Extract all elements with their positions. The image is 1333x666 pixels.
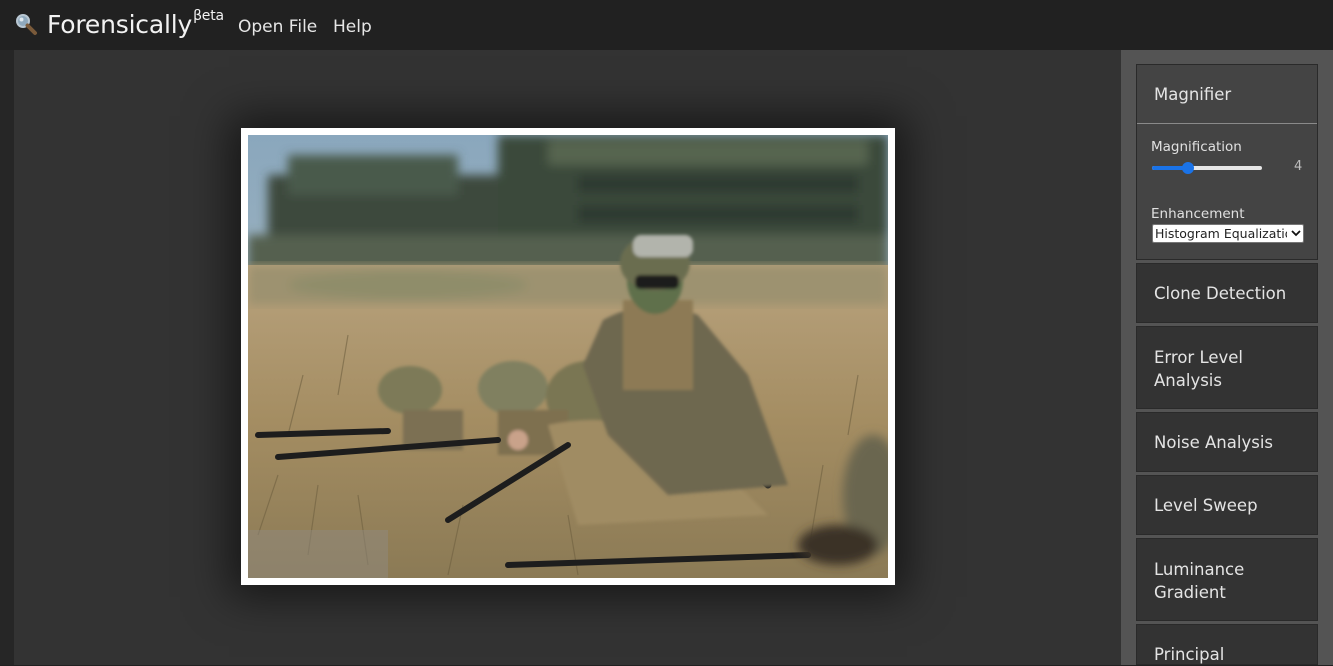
tool-label: Principal	[1154, 645, 1225, 664]
tool-level-sweep[interactable]: Level Sweep	[1136, 475, 1318, 535]
photo-soldiers-field	[248, 135, 888, 578]
magnification-value: 4	[1294, 159, 1303, 174]
tools-sidebar: Magnifier Magnification 4 Enhancement Hi…	[1121, 50, 1333, 665]
enhancement-select[interactable]: Histogram Equalization	[1152, 224, 1304, 243]
magnifier-icon	[16, 14, 37, 35]
tool-noise-analysis[interactable]: Noise Analysis	[1136, 412, 1318, 472]
tool-luminance-gradient[interactable]: Luminance Gradient	[1136, 538, 1318, 621]
slider-thumb[interactable]	[1182, 162, 1195, 174]
tool-principal[interactable]: Principal	[1136, 624, 1318, 665]
magnification-label: Magnification	[1151, 139, 1242, 155]
magnifier-panel: Magnifier Magnification 4 Enhancement Hi…	[1136, 64, 1318, 260]
analyzed-image[interactable]	[248, 135, 888, 578]
open-file-link[interactable]: Open File	[238, 17, 317, 37]
magnification-slider[interactable]	[1152, 162, 1262, 174]
image-frame	[241, 128, 895, 585]
tool-label: Clone Detection	[1154, 284, 1287, 303]
help-link[interactable]: Help	[333, 17, 372, 37]
app-title-text: Forensically	[47, 10, 193, 39]
image-viewport[interactable]	[14, 50, 1121, 665]
tool-label: Error Level Analysis	[1154, 348, 1244, 390]
tool-clone-detection[interactable]: Clone Detection	[1136, 263, 1318, 323]
chevron-down-icon	[1291, 230, 1301, 237]
tool-error-level-analysis[interactable]: Error Level Analysis	[1136, 326, 1318, 409]
app-title: Forensicallyβeta	[47, 7, 224, 39]
magnifier-header[interactable]: Magnifier	[1137, 65, 1317, 124]
enhancement-selected-value: Histogram Equalization	[1155, 226, 1287, 241]
enhancement-label: Enhancement	[1151, 206, 1245, 222]
tool-label: Luminance Gradient	[1154, 560, 1245, 602]
beta-badge: βeta	[193, 7, 224, 24]
left-gutter	[0, 50, 14, 665]
magnifier-title: Magnifier	[1154, 85, 1232, 104]
tool-label: Noise Analysis	[1154, 433, 1273, 452]
tool-label: Level Sweep	[1154, 496, 1258, 515]
top-bar: Forensicallyβeta Open File Help	[0, 0, 1333, 50]
